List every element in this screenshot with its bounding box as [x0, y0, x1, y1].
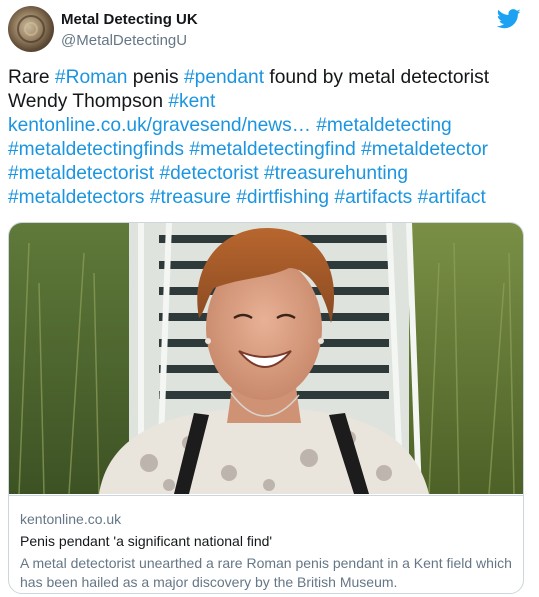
- hashtag-roman[interactable]: #Roman: [55, 67, 128, 88]
- author-avatar[interactable]: [8, 6, 54, 52]
- hashtag-pendant[interactable]: #pendant: [184, 67, 264, 88]
- tweet-text-1: Rare: [8, 67, 55, 88]
- hashtag-detectorist[interactable]: #detectorist: [159, 163, 258, 184]
- hashtag-artifacts[interactable]: #artifacts: [334, 187, 412, 208]
- hashtag-metaldetectingfind[interactable]: #metaldetectingfind: [189, 139, 355, 160]
- tweet-text-2: penis: [127, 67, 184, 88]
- hashtag-treasure[interactable]: #treasure: [150, 187, 231, 208]
- tweet-text: Rare #Roman penis #pendant found by meta…: [8, 66, 533, 210]
- author-handle[interactable]: @MetalDetectingU: [61, 32, 187, 49]
- hashtag-dirtfishing[interactable]: #dirtfishing: [236, 187, 329, 208]
- card-meta[interactable]: kentonline.co.uk Penis pendant 'a signif…: [9, 495, 523, 593]
- author-display-name[interactable]: Metal Detecting UK: [61, 11, 198, 28]
- card-description: A metal detectorist unearthed a rare Rom…: [20, 555, 512, 590]
- hashtag-metaldetectors[interactable]: #metaldetectors: [8, 187, 145, 208]
- link-preview-card[interactable]: kentonline.co.uk Penis pendant 'a signif…: [8, 222, 524, 594]
- hashtag-metaldetectorist[interactable]: #metaldetectorist: [8, 163, 154, 184]
- card-title[interactable]: Penis pendant 'a significant national fi…: [20, 533, 272, 549]
- hashtag-metaldetecting[interactable]: #metaldetecting: [316, 115, 451, 136]
- hashtag-treasurehunting[interactable]: #treasurehunting: [264, 163, 408, 184]
- tweet: Metal Detecting UK @MetalDetectingU Rare…: [0, 0, 539, 597]
- card-photo[interactable]: [9, 223, 523, 494]
- hashtag-metaldetectingfinds[interactable]: #metaldetectingfinds: [8, 139, 184, 160]
- hashtag-kent[interactable]: #kent: [168, 91, 215, 112]
- twitter-bird-icon[interactable]: [497, 9, 521, 29]
- hashtag-metaldetector[interactable]: #metaldetector: [361, 139, 488, 160]
- article-link[interactable]: kentonline.co.uk/gravesend/news…: [8, 115, 311, 136]
- hashtag-artifact[interactable]: #artifact: [418, 187, 486, 208]
- card-domain: kentonline.co.uk: [20, 511, 122, 527]
